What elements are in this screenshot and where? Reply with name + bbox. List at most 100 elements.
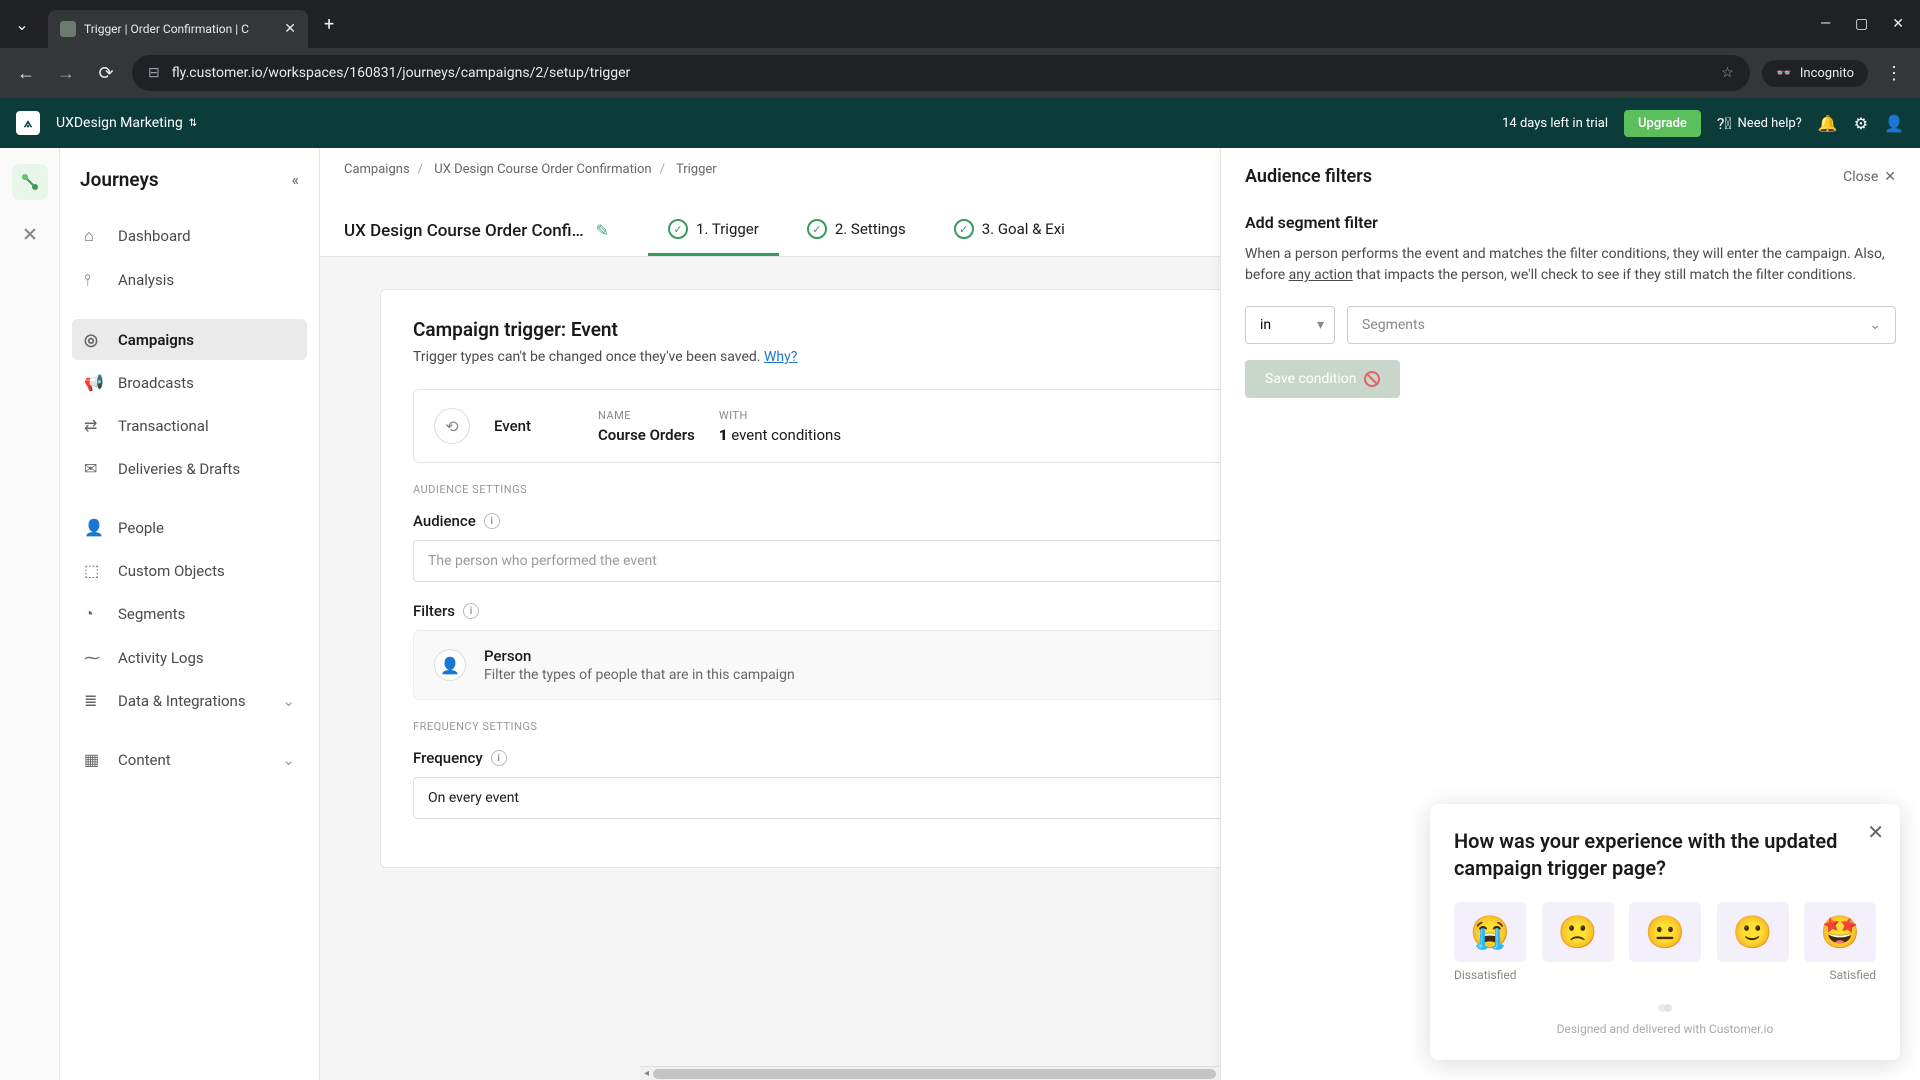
content-icon: ▦ xyxy=(84,750,104,769)
panel-close-button[interactable]: Close ✕ xyxy=(1843,169,1896,185)
why-link[interactable]: Why? xyxy=(764,349,797,365)
window-minimize-icon[interactable]: — xyxy=(1820,16,1831,32)
operator-select[interactable]: in xyxy=(1245,306,1335,344)
feedback-survey: ✕ How was your experience with the updat… xyxy=(1430,804,1900,1060)
notifications-icon[interactable]: 🔔 xyxy=(1818,114,1838,133)
app-logo-icon[interactable]: ⟑ xyxy=(16,111,40,135)
address-bar[interactable]: ⊟ fly.customer.io/workspaces/160831/jour… xyxy=(132,55,1750,91)
analysis-icon: ⫯ xyxy=(84,270,104,290)
incognito-badge[interactable]: 👓 Incognito xyxy=(1762,60,1868,87)
browser-tab-strip: ⌄ Trigger | Order Confirmation | C ✕ + —… xyxy=(0,0,1920,48)
activity-icon: ⁓ xyxy=(84,648,104,667)
check-icon: ✓ xyxy=(668,219,688,239)
step-settings[interactable]: ✓2. Settings xyxy=(787,205,926,256)
site-info-icon[interactable]: ⊟ xyxy=(148,65,160,81)
bookmark-icon[interactable]: ☆ xyxy=(1721,65,1734,81)
help-button[interactable]: ?⃝ Need help? xyxy=(1717,114,1802,133)
check-icon: ✓ xyxy=(954,219,974,239)
rating-1-button[interactable]: 😭 xyxy=(1454,902,1526,962)
info-icon[interactable]: i xyxy=(484,513,500,529)
rating-2-button[interactable]: 🙁 xyxy=(1542,902,1614,962)
event-type-label: Event xyxy=(494,417,574,435)
sidebar-title: Journeys xyxy=(80,168,159,191)
campaigns-icon: ◎ xyxy=(84,330,104,349)
survey-low-label: Dissatisfied xyxy=(1454,968,1517,982)
url-text: fly.customer.io/workspaces/160831/journe… xyxy=(172,65,1709,81)
nav-segments[interactable]: ◔Segments xyxy=(72,593,307,635)
breadcrumb-campaign-name[interactable]: UX Design Course Order Confirmation xyxy=(434,162,651,177)
profile-icon[interactable]: 👤 xyxy=(1884,114,1904,133)
tab-search-dropdown[interactable]: ⌄ xyxy=(8,10,36,38)
sidebar: Journeys « ⌂Dashboard ⫯Analysis ◎Campaig… xyxy=(60,148,320,1080)
save-condition-button[interactable]: Save condition xyxy=(1245,360,1400,398)
new-tab-button[interactable]: + xyxy=(324,14,334,35)
info-icon[interactable]: i xyxy=(463,603,479,619)
nav-deliveries[interactable]: ✉Deliveries & Drafts xyxy=(72,448,307,489)
sidebar-collapse-icon[interactable]: « xyxy=(291,170,299,189)
step-trigger[interactable]: ✓1. Trigger xyxy=(648,205,779,256)
upgrade-button[interactable]: Upgrade xyxy=(1624,110,1701,137)
info-icon[interactable]: i xyxy=(491,750,507,766)
app-rail xyxy=(0,148,60,1080)
panel-description: When a person performs the event and mat… xyxy=(1245,244,1896,286)
data-icon: ≣ xyxy=(84,691,104,710)
tab-title: Trigger | Order Confirmation | C xyxy=(84,22,276,36)
trial-status: 14 days left in trial xyxy=(1502,116,1608,131)
dashboard-icon: ⌂ xyxy=(84,226,104,246)
people-icon: 👤 xyxy=(84,518,104,537)
app-header: ⟑ UXDesign Marketing ⇅ 14 days left in t… xyxy=(0,98,1920,148)
filter-title: Person xyxy=(484,647,795,665)
rating-3-button[interactable]: 😐 xyxy=(1629,902,1701,962)
nav-dashboard[interactable]: ⌂Dashboard xyxy=(72,215,307,257)
nav-transactional[interactable]: ⇄Transactional xyxy=(72,405,307,446)
check-icon: ✓ xyxy=(807,219,827,239)
disabled-icon xyxy=(1364,371,1380,387)
nav-custom-objects[interactable]: ⬚Custom Objects xyxy=(72,550,307,591)
panel-section-title: Add segment filter xyxy=(1245,213,1896,232)
rail-secondary-icon[interactable] xyxy=(12,216,48,252)
rating-4-button[interactable]: 🙂 xyxy=(1717,902,1789,962)
nav-analysis[interactable]: ⫯Analysis xyxy=(72,259,307,301)
broadcasts-icon: 📢 xyxy=(84,373,104,392)
browser-toolbar: ← → ⟳ ⊟ fly.customer.io/workspaces/16083… xyxy=(0,48,1920,98)
edit-title-icon[interactable]: ✎ xyxy=(596,221,609,240)
tab-favicon xyxy=(60,21,76,37)
nav-people[interactable]: 👤People xyxy=(72,507,307,548)
nav-campaigns[interactable]: ◎Campaigns xyxy=(72,319,307,360)
forward-button[interactable]: → xyxy=(52,63,80,84)
nav-broadcasts[interactable]: 📢Broadcasts xyxy=(72,362,307,403)
window-close-icon[interactable]: ✕ xyxy=(1892,16,1904,32)
nav-activity-logs[interactable]: ⁓Activity Logs xyxy=(72,637,307,678)
settings-icon[interactable]: ⚙ xyxy=(1854,114,1868,133)
nav-data-integrations[interactable]: ≣Data & Integrations⌄ xyxy=(72,680,307,721)
back-button[interactable]: ← xyxy=(12,63,40,84)
segments-select[interactable]: Segments ⌄ xyxy=(1347,306,1896,344)
objects-icon: ⬚ xyxy=(84,561,104,580)
breadcrumb-current: Trigger xyxy=(676,162,717,177)
tab-close-icon[interactable]: ✕ xyxy=(284,21,296,37)
event-name-label: NAME xyxy=(598,409,695,422)
window-maximize-icon[interactable]: ▢ xyxy=(1855,16,1868,32)
workspace-switcher[interactable]: UXDesign Marketing ⇅ xyxy=(56,115,197,131)
nav-content[interactable]: ▦Content⌄ xyxy=(72,739,307,780)
browser-menu-icon[interactable]: ⋮ xyxy=(1880,63,1908,84)
deliveries-icon: ✉ xyxy=(84,459,104,478)
transactional-icon: ⇄ xyxy=(84,416,104,435)
step-goal[interactable]: ✓3. Goal & Exi xyxy=(934,205,1085,256)
customerio-icon xyxy=(1655,998,1675,1018)
reload-button[interactable]: ⟳ xyxy=(92,63,120,84)
event-with-label: WITH xyxy=(719,409,841,422)
rail-journeys-icon[interactable] xyxy=(12,164,48,200)
rating-5-button[interactable]: 🤩 xyxy=(1804,902,1876,962)
horizontal-scrollbar[interactable] xyxy=(640,1066,1220,1080)
breadcrumb-campaigns[interactable]: Campaigns xyxy=(344,162,410,177)
filter-desc: Filter the types of people that are in t… xyxy=(484,667,795,683)
person-icon: 👤 xyxy=(434,649,466,681)
close-icon: ✕ xyxy=(1884,169,1896,185)
event-icon: ⟲ xyxy=(434,408,470,444)
main-content: Campaigns/ UX Design Course Order Confir… xyxy=(320,148,1920,1080)
browser-tab[interactable]: Trigger | Order Confirmation | C ✕ xyxy=(48,10,308,48)
panel-title: Audience filters xyxy=(1245,166,1372,187)
survey-close-icon[interactable]: ✕ xyxy=(1867,820,1884,844)
help-icon: ?⃝ xyxy=(1717,114,1732,133)
